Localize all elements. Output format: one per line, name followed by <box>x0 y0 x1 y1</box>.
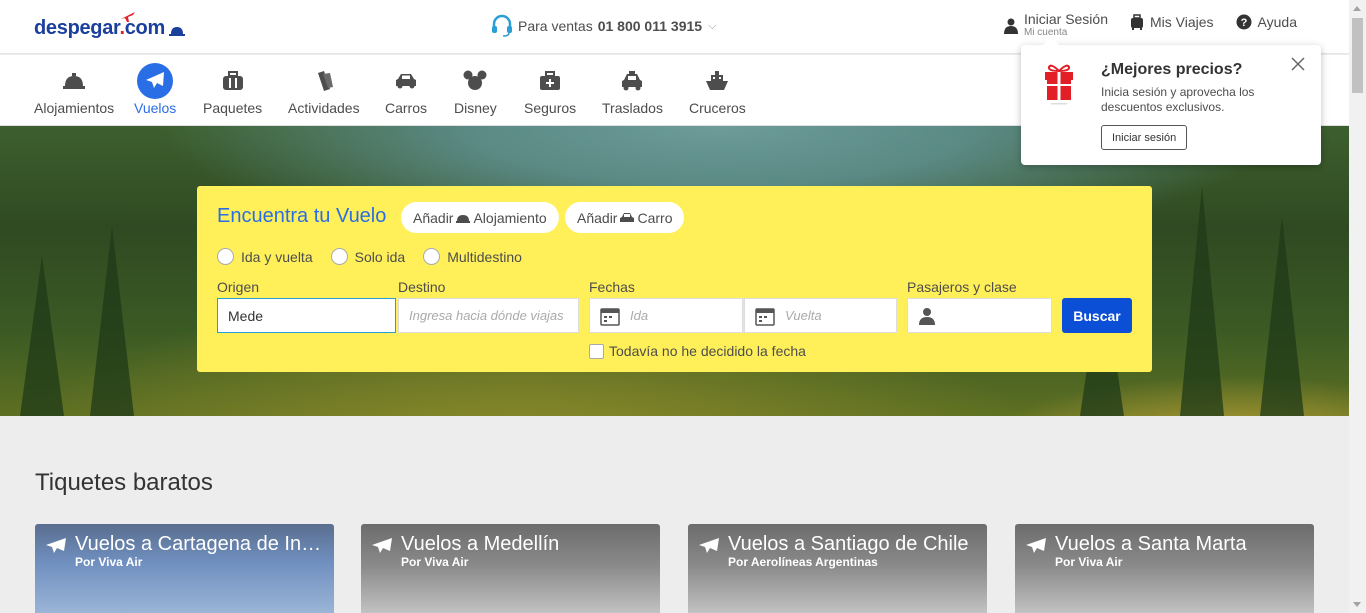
headset-icon <box>492 14 512 37</box>
product-tab-vuelos[interactable]: Vuelos <box>134 63 176 116</box>
scroll-down-arrow-icon[interactable] <box>1353 602 1361 607</box>
deal-title: Vuelos a Santiago de Chile <box>728 533 969 555</box>
product-label: Alojamientos <box>34 100 115 116</box>
deal-carrier: Por Viva Air <box>1055 555 1123 569</box>
product-label: Paquetes <box>203 100 263 116</box>
return-date-input[interactable]: Vuelta <box>744 298 897 333</box>
mickey-icon <box>463 70 487 90</box>
hotel-bell-icon <box>456 214 471 223</box>
product-tab-carros[interactable]: Carros <box>385 63 427 116</box>
deal-card[interactable]: Vuelos a Cartagena de Indias Por Viva Ai… <box>35 524 334 613</box>
deal-card[interactable]: Vuelos a Medellín Por Viva Air <box>361 524 660 613</box>
suitcase-icon <box>222 71 243 90</box>
account-label: Mi cuenta <box>1023 27 1068 38</box>
logo-wordmark: despegar.com <box>34 16 165 39</box>
destination-input[interactable]: Ingresa hacia dónde viajas <box>398 298 579 333</box>
radio-solo-ida[interactable]: Solo ida <box>330 248 405 265</box>
plane-icon <box>699 538 719 553</box>
user-menu: Iniciar Sesión Mi cuenta Mis Viajes ? Ay… <box>1003 11 1297 40</box>
sales-label: Para ventas <box>518 18 593 34</box>
better-prices-popup: ¿Mejores precios? Inicia sesión y aprove… <box>1021 37 1321 165</box>
trip-type-group: Ida y vuelta Solo ida Multidestino <box>217 248 522 265</box>
my-trips-link[interactable]: Mis Viajes <box>1130 14 1214 30</box>
popup-login-button[interactable]: Iniciar sesión <box>1101 125 1188 150</box>
chevron-down-icon: ⌵ <box>708 19 717 32</box>
passengers-label: Pasajeros y clase <box>907 279 1017 295</box>
taxi-icon <box>622 71 643 91</box>
deal-title: Vuelos a Medellín <box>401 533 560 555</box>
popup-title: ¿Mejores precios? <box>1101 61 1243 78</box>
scroll-up-arrow-icon[interactable] <box>1353 6 1361 11</box>
scroll-thumb[interactable] <box>1352 18 1363 93</box>
product-tab-alojamientos[interactable]: Alojamientos <box>34 63 114 116</box>
medical-kit-icon <box>540 71 561 90</box>
hotel-bell-icon <box>63 73 86 89</box>
tickets-icon <box>317 71 333 91</box>
sales-number: 01 800 011 3915 <box>597 18 703 34</box>
flight-search-box: Encuentra tu Vuelo Añadir Alojamiento Añ… <box>197 186 1152 372</box>
deal-carrier: Por Viva Air <box>75 555 143 569</box>
close-icon[interactable] <box>1291 57 1305 71</box>
add-car-button[interactable]: Añadir Carro <box>565 202 685 233</box>
product-label: Actividades <box>288 100 360 116</box>
luggage-icon <box>1131 14 1143 30</box>
gift-icon <box>1045 64 1073 105</box>
my-trips-label: Mis Viajes <box>1150 14 1214 30</box>
user-icon <box>1003 18 1018 34</box>
help-label: Ayuda <box>1257 14 1297 30</box>
section-title: Tiquetes baratos <box>35 469 213 496</box>
logo-bell-icon <box>168 27 185 36</box>
product-label: Seguros <box>524 100 577 116</box>
help-link[interactable]: ? Ayuda <box>1236 14 1297 30</box>
passengers-input[interactable] <box>907 298 1052 333</box>
add-hotel-button[interactable]: Añadir Alojamiento <box>401 202 559 233</box>
depart-date-input[interactable]: Ida <box>589 298 743 333</box>
destination-label: Destino <box>398 279 446 295</box>
product-tab-actividades[interactable]: Actividades <box>288 63 360 116</box>
product-label: Traslados <box>602 100 663 116</box>
login-label: Iniciar Sesión <box>1023 11 1108 27</box>
login-link[interactable]: Iniciar Sesión Mi cuenta <box>1003 11 1108 40</box>
undecided-date-checkbox[interactable]: Todavía no he decidido la fecha <box>589 343 806 359</box>
deal-title: Vuelos a Santa Marta <box>1055 533 1247 555</box>
product-tab-seguros[interactable]: Seguros <box>524 63 576 116</box>
search-button[interactable]: Buscar <box>1062 298 1132 333</box>
despegar-logo[interactable]: despegar.com <box>34 12 185 44</box>
product-tab-paquetes[interactable]: Paquetes <box>203 63 262 116</box>
product-tab-disney[interactable]: Disney <box>454 63 497 116</box>
deal-carrier: Por Aerolíneas Argentinas <box>728 555 878 569</box>
user-icon <box>919 307 935 325</box>
car-icon <box>396 74 416 89</box>
product-tab-cruceros[interactable]: Cruceros <box>689 63 746 116</box>
deal-card[interactable]: Vuelos a Santa Marta Por Viva Air <box>1015 524 1314 613</box>
help-icon: ? <box>1236 14 1252 30</box>
deal-carrier: Por Viva Air <box>401 555 469 569</box>
dates-label: Fechas <box>589 279 635 295</box>
deal-card[interactable]: Vuelos a Santiago de Chile Por Aerolínea… <box>688 524 987 613</box>
plane-icon <box>146 72 165 88</box>
popup-description: Inicia sesión y aprovecha los descuentos… <box>1101 85 1255 114</box>
sales-phone[interactable]: Para ventas 01 800 011 3915 ⌵ <box>490 14 716 38</box>
radio-ida-y-vuelta[interactable]: Ida y vuelta <box>217 248 313 265</box>
page-scrollbar[interactable] <box>1349 0 1366 613</box>
svg-text:?: ? <box>1240 17 1247 29</box>
plane-icon <box>1026 538 1046 553</box>
product-label: Cruceros <box>689 100 746 116</box>
product-label: Disney <box>454 100 497 116</box>
origin-input[interactable]: Mede <box>217 298 396 333</box>
car-icon <box>620 212 635 222</box>
radio-multidestino[interactable]: Multidestino <box>423 248 522 265</box>
product-label: Vuelos <box>134 100 177 116</box>
search-title: Encuentra tu Vuelo <box>217 205 387 227</box>
product-tab-traslados[interactable]: Traslados <box>602 63 663 116</box>
origin-label: Origen <box>217 279 260 295</box>
calendar-icon <box>600 307 620 326</box>
plane-icon <box>46 538 66 553</box>
logo-plane-icon <box>121 12 135 22</box>
ship-icon <box>706 71 729 90</box>
deal-title: Vuelos a Cartagena de Indias <box>75 533 327 555</box>
plane-icon <box>372 538 392 553</box>
product-label: Carros <box>385 100 428 116</box>
calendar-icon <box>755 307 775 326</box>
